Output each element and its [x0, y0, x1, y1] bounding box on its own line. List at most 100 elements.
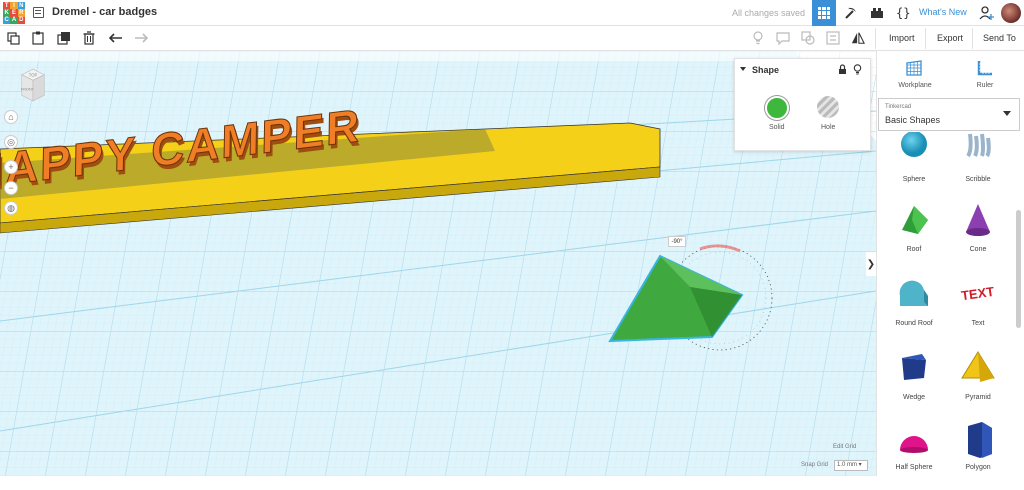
shape-label: Sphere — [902, 176, 926, 183]
pickaxe-icon — [845, 7, 856, 19]
shape-library-select[interactable]: Tinkercad Basic Shapes — [878, 98, 1020, 131]
undo-button[interactable] — [109, 31, 123, 45]
delete-button[interactable] — [82, 31, 96, 45]
document-menu-icon[interactable] — [33, 7, 44, 18]
round-roof-icon — [899, 280, 928, 306]
paste-button[interactable] — [31, 31, 45, 45]
export-button[interactable]: Export — [937, 33, 963, 43]
group-button[interactable] — [801, 31, 815, 45]
toolbar-divider — [925, 28, 926, 49]
code-blocks-icon: {} — [896, 6, 910, 20]
import-button[interactable]: Import — [889, 33, 915, 43]
snap-grid-select[interactable]: 1.0 mm ▾ — [834, 460, 868, 471]
align-icon — [826, 31, 840, 45]
workplane-icon[interactable] — [905, 59, 923, 77]
polygon-icon — [968, 422, 992, 458]
shape-scribble[interactable]: Scribble — [946, 132, 1010, 202]
minecraft-button[interactable] — [840, 0, 862, 26]
shape-label: Scribble — [965, 176, 991, 183]
hole-button[interactable] — [817, 96, 839, 118]
chevron-right-icon: ❯ — [866, 258, 876, 270]
zoom-out-button[interactable]: − — [4, 181, 18, 195]
shape-round-roof[interactable]: Round Roof — [882, 276, 946, 346]
selected-wedge[interactable] — [608, 254, 744, 343]
rotation-angle-label: -90° — [668, 236, 686, 247]
svg-text:TEXT: TEXT — [960, 284, 995, 303]
tinkercad-logo[interactable]: TIN KER CAD — [3, 2, 25, 24]
view-cube-front-label: FRONT — [21, 88, 35, 92]
3d-view-button[interactable] — [812, 0, 836, 26]
orthographic-button[interactable]: ◍ — [4, 201, 18, 215]
zoom-in-button[interactable]: + — [4, 160, 18, 174]
lego-button[interactable] — [866, 0, 888, 26]
undo-icon — [109, 33, 122, 43]
edit-toolbar — [0, 26, 1024, 51]
pyramid-icon — [961, 351, 995, 382]
perspective-icon: ◍ — [7, 202, 15, 213]
snap-grid-label: Snap Grid — [801, 462, 829, 468]
shape-pyramid[interactable]: Pyramid — [946, 350, 1010, 420]
toolbar-divider — [972, 28, 973, 49]
light-bulb-icon — [753, 31, 763, 45]
shape-cone[interactable]: Cone — [946, 202, 1010, 272]
roof-icon — [902, 206, 928, 234]
redo-icon — [135, 33, 148, 43]
home-icon: ⌂ — [8, 112, 14, 122]
duplicate-icon — [57, 32, 70, 45]
notes-button[interactable] — [776, 31, 790, 45]
library-name: Basic Shapes — [885, 115, 941, 125]
group-icon — [801, 31, 815, 45]
view-cube-top-label: TOP — [29, 73, 38, 78]
send-to-button[interactable]: Send To — [983, 33, 1016, 43]
shape-text[interactable]: TEXT Text — [946, 276, 1010, 346]
whats-new-link[interactable]: What's New — [919, 7, 967, 17]
home-view-button[interactable]: ⌂ — [4, 110, 18, 124]
shape-sphere[interactable]: Sphere — [882, 132, 946, 202]
text-icon: TEXT — [960, 284, 995, 303]
shape-label: Half Sphere — [895, 464, 933, 471]
library-source: Tinkercad — [885, 104, 912, 110]
light-bulb-icon[interactable] — [853, 64, 862, 75]
align-button[interactable] — [826, 31, 840, 45]
collapse-sidebar-button[interactable]: ❯ — [866, 252, 876, 276]
codeblocks-button[interactable]: {} — [892, 0, 914, 26]
copy-icon — [6, 31, 20, 45]
collapse-arrow-icon[interactable] — [740, 67, 746, 71]
speech-bubble-icon — [776, 32, 790, 45]
plus-icon: + — [8, 162, 14, 172]
ruler-icon[interactable] — [976, 59, 994, 77]
workplane-label[interactable]: Workplane — [895, 82, 935, 89]
wedge-icon — [902, 354, 926, 380]
shape-roof[interactable]: Roof — [882, 202, 946, 272]
half-sphere-icon — [900, 436, 928, 453]
fit-view-button[interactable]: ◎ — [4, 135, 18, 149]
solid-button[interactable] — [765, 96, 789, 120]
solid-label: Solid — [769, 124, 785, 131]
shape-inspector: Shape Solid Hole — [734, 58, 871, 151]
view-cube[interactable]: TOP FRONT — [18, 65, 48, 105]
mirror-button[interactable] — [851, 31, 865, 45]
user-avatar[interactable] — [1001, 3, 1021, 23]
snap-grid-value: 1.0 mm — [837, 462, 858, 468]
fit-view-icon: ◎ — [7, 136, 15, 147]
hole-label: Hole — [821, 124, 836, 131]
brick-icon — [871, 8, 883, 18]
shape-half-sphere[interactable]: Half Sphere — [882, 420, 946, 490]
sidebar-scrollbar[interactable] — [1016, 210, 1021, 328]
shape-label: Wedge — [902, 394, 926, 401]
svg-text:{}: {} — [896, 6, 910, 20]
duplicate-button[interactable] — [57, 31, 71, 45]
light-button[interactable] — [751, 31, 765, 45]
shape-label: Text — [971, 320, 985, 327]
shape-polygon[interactable]: Polygon — [946, 420, 1010, 490]
ruler-label[interactable]: Ruler — [966, 82, 1004, 89]
copy-button[interactable] — [6, 31, 20, 45]
add-user-button[interactable] — [976, 0, 998, 26]
edit-grid-link[interactable]: Edit Grid — [833, 444, 856, 450]
document-title[interactable]: Dremel - car badges — [52, 6, 157, 18]
redo-button[interactable] — [134, 31, 148, 45]
lock-icon[interactable] — [838, 64, 847, 75]
scribble-icon — [966, 133, 991, 158]
shape-wedge[interactable]: Wedge — [882, 350, 946, 420]
cone-icon — [966, 204, 990, 236]
